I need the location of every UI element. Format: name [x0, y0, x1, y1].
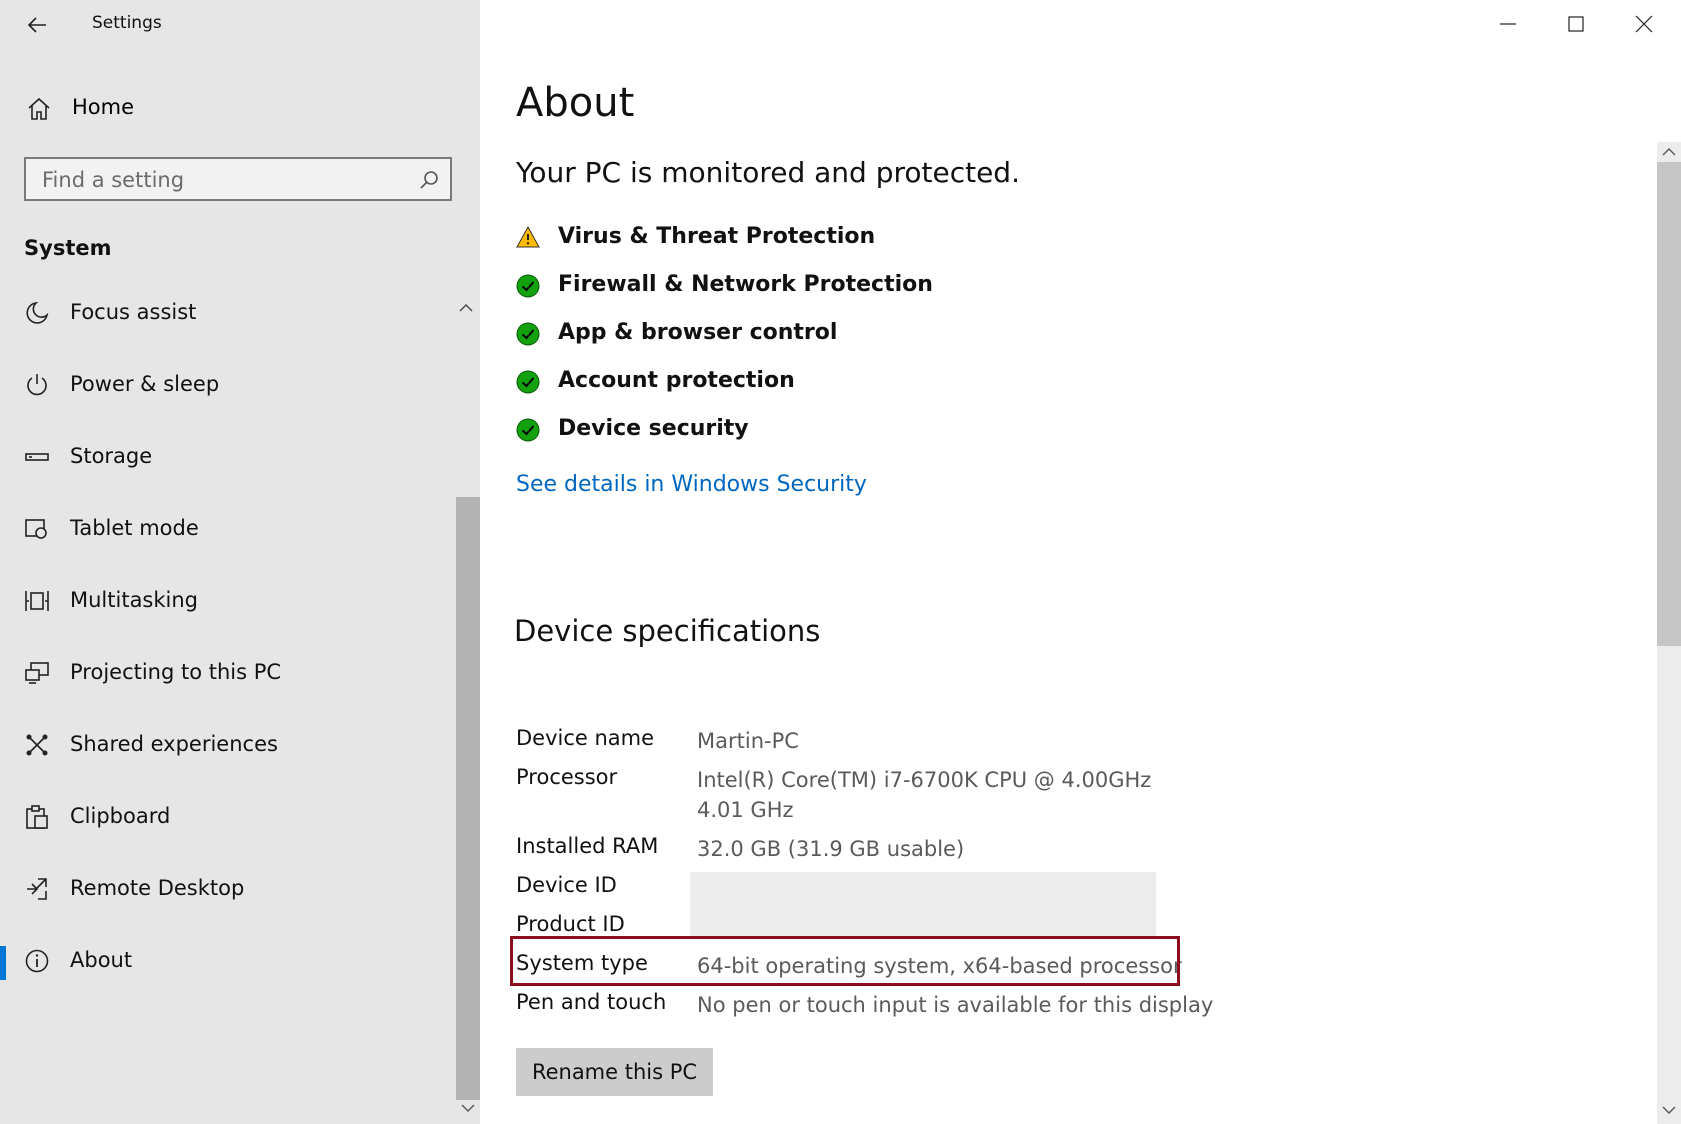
- multitasking-icon: [24, 588, 50, 614]
- protection-item-label: Device security: [558, 416, 749, 441]
- search-input[interactable]: Find a setting: [24, 157, 452, 201]
- main-scrollbar-thumb[interactable]: [1657, 162, 1681, 646]
- spec-key: Installed RAM: [516, 834, 659, 858]
- protection-item-device-security: Device security: [516, 414, 1216, 448]
- protection-status-heading: Your PC is monitored and protected.: [516, 156, 1020, 189]
- scroll-up-icon[interactable]: [1661, 146, 1677, 158]
- protection-item-label: Account protection: [558, 368, 795, 393]
- scroll-down-icon[interactable]: [460, 1102, 476, 1114]
- clipboard-icon: [24, 804, 50, 830]
- spec-value: 32.0 GB (31.9 GB usable): [697, 837, 965, 861]
- check-circle-icon: [516, 274, 540, 302]
- moon-icon: [24, 300, 50, 326]
- sidebar-item-tablet-mode[interactable]: Tablet mode: [0, 502, 458, 558]
- scroll-down-icon[interactable]: [1661, 1104, 1677, 1116]
- sidebar-item-power-sleep[interactable]: Power & sleep: [0, 358, 458, 414]
- back-button[interactable]: [22, 10, 52, 40]
- home-icon: [26, 96, 52, 126]
- sidebar-item-label: Tablet mode: [70, 516, 199, 540]
- page-title: About: [516, 80, 635, 126]
- protection-item-label: Virus & Threat Protection: [558, 224, 876, 249]
- sidebar-item-storage[interactable]: Storage: [0, 430, 458, 486]
- sidebar-item-label: Storage: [70, 444, 153, 468]
- check-circle-icon: [516, 418, 540, 446]
- sidebar-item-shared-experiences[interactable]: Shared experiences: [0, 718, 458, 774]
- sidebar-item-multitasking[interactable]: Multitasking: [0, 574, 458, 630]
- protection-item-firewall: Firewall & Network Protection: [516, 270, 1216, 304]
- sidebar-item-label: Power & sleep: [70, 372, 220, 396]
- sidebar-item-focus-assist[interactable]: Focus assist: [0, 286, 458, 342]
- protection-item-label: Firewall & Network Protection: [558, 272, 933, 297]
- sidebar-item-label: Projecting to this PC: [70, 660, 282, 684]
- spec-key: Product ID: [516, 912, 625, 936]
- system-type-highlight: [510, 936, 1180, 986]
- device-specifications-heading: Device specifications: [514, 614, 821, 648]
- sidebar-item-projecting[interactable]: Projecting to this PC: [0, 646, 458, 702]
- spec-value: Martin-PC: [697, 729, 799, 753]
- protection-item-virus-threat: Virus & Threat Protection: [516, 222, 1216, 256]
- redacted-id-block: [690, 872, 1156, 936]
- spec-value: Intel(R) Core(TM) i7-6700K CPU @ 4.00GHz…: [697, 768, 1152, 822]
- app-title: Settings: [92, 13, 162, 33]
- sidebar-item-label: Shared experiences: [70, 732, 278, 756]
- search-icon[interactable]: [418, 169, 440, 195]
- sidebar-item-clipboard[interactable]: Clipboard: [0, 790, 458, 846]
- protection-item-label: App & browser control: [558, 320, 838, 345]
- info-icon: [24, 948, 50, 974]
- remote-desktop-icon: [24, 876, 50, 902]
- section-title: System: [24, 236, 112, 260]
- protection-item-app-browser: App & browser control: [516, 318, 1216, 352]
- sidebar-item-label: Home: [72, 95, 135, 119]
- sidebar-item-label: Multitasking: [70, 588, 199, 612]
- spec-key: Processor: [516, 765, 618, 789]
- sidebar-item-label: Focus assist: [70, 300, 197, 324]
- warning-icon: [516, 225, 540, 252]
- spec-key: Pen and touch: [516, 990, 667, 1014]
- sidebar-item-home[interactable]: Home: [22, 92, 422, 128]
- sidebar-item-remote-desktop[interactable]: Remote Desktop: [0, 862, 458, 918]
- back-arrow-icon: [27, 17, 46, 33]
- sidebar: Settings Home Find a setting System Focu…: [0, 0, 480, 1124]
- search-placeholder: Find a setting: [42, 168, 185, 192]
- sidebar-item-label: Clipboard: [70, 804, 171, 828]
- sidebar-scrollbar-thumb[interactable]: [456, 497, 480, 1100]
- check-circle-icon: [516, 370, 540, 398]
- shared-experiences-icon: [24, 732, 50, 758]
- chevron-up-icon[interactable]: [458, 302, 474, 314]
- tablet-mode-icon: [24, 516, 50, 542]
- projecting-icon: [24, 660, 50, 686]
- rename-pc-button[interactable]: Rename this PC: [516, 1048, 713, 1096]
- selected-indicator: [0, 946, 6, 980]
- storage-icon: [24, 444, 50, 470]
- spec-key: Device ID: [516, 873, 617, 897]
- protection-item-account: Account protection: [516, 366, 1216, 400]
- spec-key: Device name: [516, 726, 655, 750]
- spec-value: No pen or touch input is available for t…: [697, 993, 1214, 1017]
- sidebar-item-about[interactable]: About: [0, 934, 458, 990]
- main-content: About Your PC is monitored and protected…: [510, 0, 1646, 1124]
- windows-security-link[interactable]: See details in Windows Security: [516, 472, 867, 497]
- check-circle-icon: [516, 322, 540, 350]
- sidebar-item-label: Remote Desktop: [70, 876, 245, 900]
- power-icon: [24, 372, 50, 398]
- sidebar-item-label: About: [70, 948, 133, 972]
